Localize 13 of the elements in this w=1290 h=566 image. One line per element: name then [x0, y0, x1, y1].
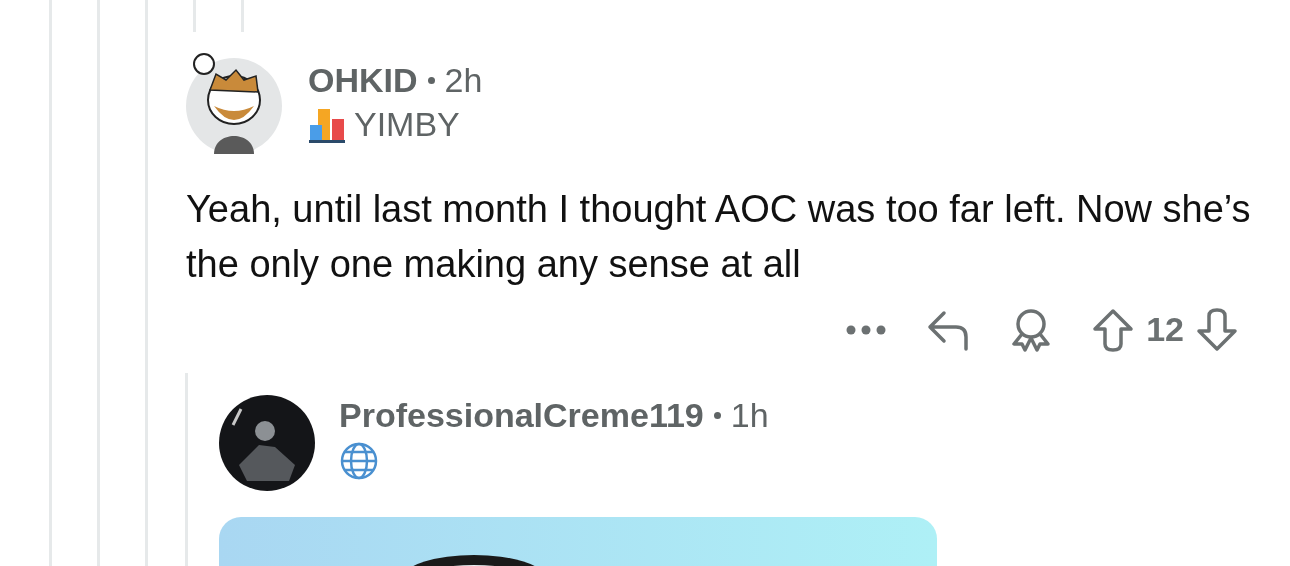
downvote-icon[interactable]	[1196, 307, 1238, 352]
award-icon[interactable]	[1010, 307, 1053, 352]
vote-count: 12	[1146, 309, 1184, 350]
globe-icon	[339, 441, 379, 481]
username[interactable]: ProfessionalCreme119	[339, 395, 704, 435]
upvote-icon[interactable]	[1092, 307, 1135, 352]
timestamp: 1h	[730, 395, 769, 435]
user-flair: YIMBY	[354, 104, 460, 144]
timestamp: 2h	[444, 60, 483, 100]
username[interactable]: OHKID	[308, 60, 418, 100]
reply-icon[interactable]	[926, 308, 971, 351]
more-options-icon[interactable]	[846, 324, 887, 335]
comment-text: Yeah, until last month I thought AOC was too far left. Now she’s the only one making any sense at all	[186, 187, 1252, 287]
